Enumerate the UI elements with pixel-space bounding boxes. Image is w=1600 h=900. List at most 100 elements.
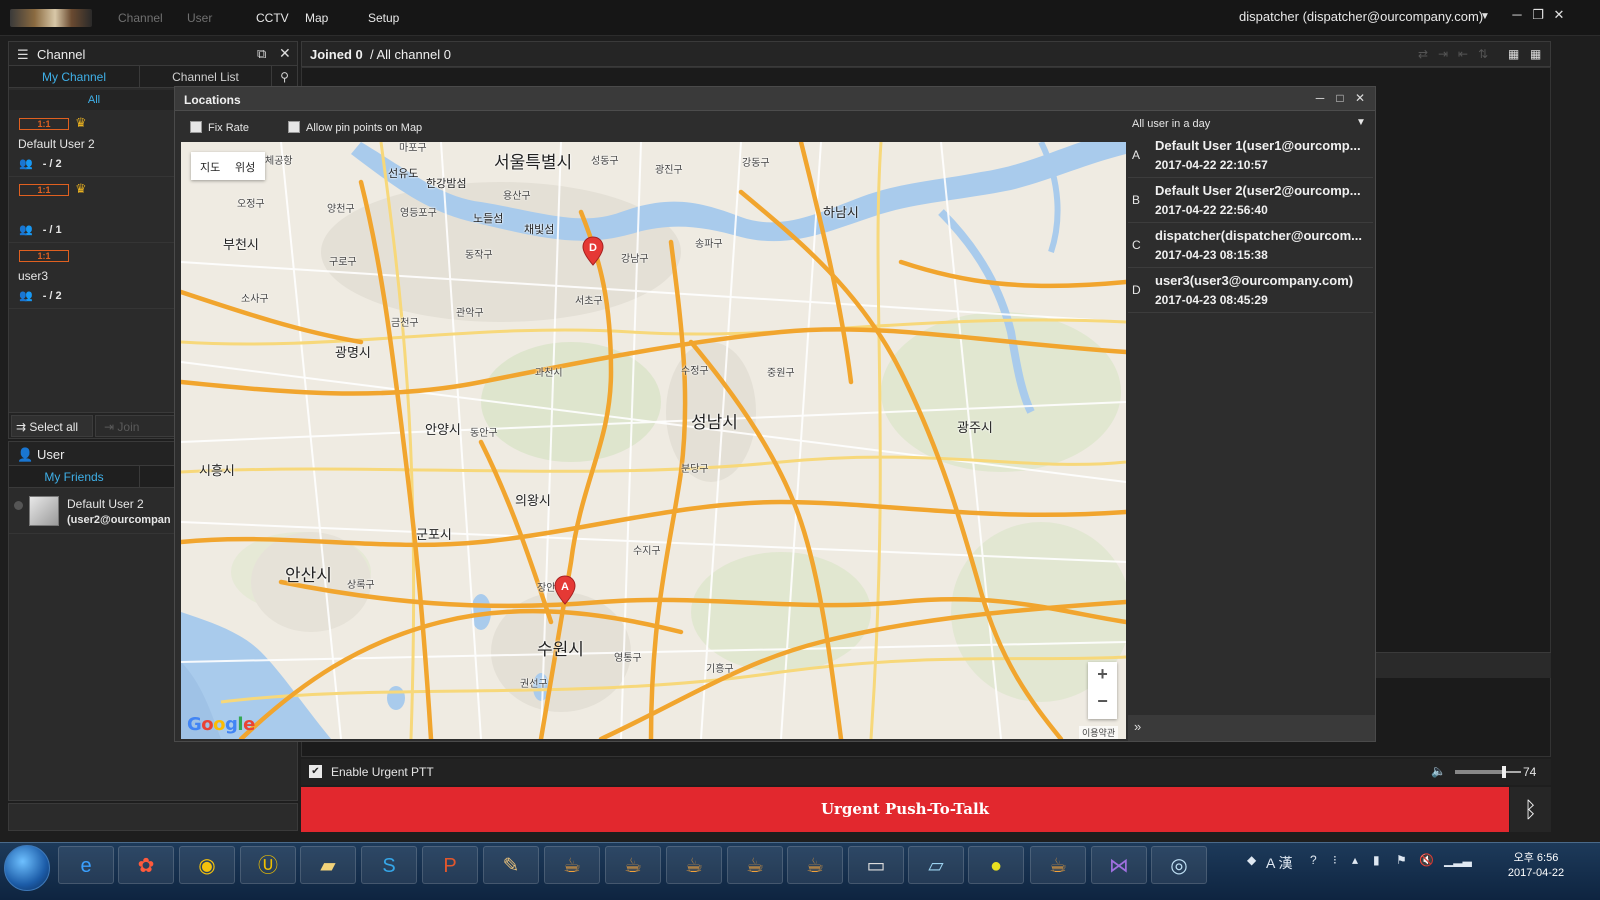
java-icon[interactable]: ☕ <box>605 846 661 884</box>
map-label: 의왕시 <box>515 493 551 508</box>
map-pin-a[interactable]: A <box>554 575 576 605</box>
tab-my-channel[interactable]: My Channel <box>9 66 140 88</box>
speaker-icon[interactable]: 🔈 <box>1431 764 1446 778</box>
powerpoint-icon[interactable]: P <box>422 846 478 884</box>
minimize-icon[interactable]: ─ <box>1509 7 1525 22</box>
map-type-satellite[interactable]: 위성 <box>235 159 255 175</box>
editor-icon[interactable]: Ⓤ <box>240 846 296 884</box>
tab-my-friends[interactable]: My Friends <box>9 466 140 488</box>
close-icon[interactable]: ✕ <box>1353 91 1367 105</box>
close-icon[interactable]: ✕ <box>279 45 291 62</box>
paint-icon[interactable]: ✎ <box>483 846 539 884</box>
channel-item[interactable]: 1:1 ♛ 👥 - / 1 <box>9 178 179 243</box>
volume-icon[interactable]: 🔇 <box>1419 853 1434 867</box>
device-icon[interactable]: ▮ <box>1373 853 1380 867</box>
join-button[interactable]: ⇥ Join <box>95 415 175 437</box>
urgent-ptt-checkbox[interactable]: ✔ <box>309 765 322 778</box>
volume-knob[interactable] <box>1501 766 1506 778</box>
urgent-ptt-button[interactable]: Urgent Push-To-Talk <box>301 787 1509 832</box>
grid-small-icon[interactable]: ▦ <box>1530 47 1541 61</box>
hs-icon[interactable]: ● <box>968 846 1024 884</box>
network-icon[interactable]: ▁▂▃ <box>1444 853 1472 867</box>
ime-indicator[interactable]: A 漢 <box>1266 853 1292 873</box>
bluetooth-icon[interactable]: ᛒ <box>1510 787 1551 832</box>
allow-pin-checkbox[interactable] <box>288 121 300 133</box>
visual-studio-icon[interactable]: ⋈ <box>1091 846 1147 884</box>
zoom-out-button[interactable]: − <box>1088 691 1117 712</box>
chrome-icon[interactable]: ◉ <box>179 846 235 884</box>
location-user-row[interactable]: A Default User 1(user1@ourcomp... 2017-0… <box>1128 133 1373 178</box>
layout-icon[interactable]: ⇅ <box>1478 47 1488 61</box>
menu-map[interactable]: Map <box>305 11 328 25</box>
map-label: 오정구 <box>237 199 265 210</box>
map-label: 군포시 <box>416 527 452 542</box>
google-logo: Google <box>187 714 255 735</box>
account-name[interactable]: dispatcher (dispatcher@ourcompany.com) <box>1239 9 1483 24</box>
app-icon[interactable]: ✿ <box>118 846 174 884</box>
java-icon[interactable]: ☕ <box>727 846 783 884</box>
location-user-row[interactable]: D user3(user3@ourcompany.com) 2017-04-23… <box>1128 268 1373 313</box>
map-label: 강남구 <box>621 254 649 265</box>
join-icon: ⇥ <box>104 420 118 434</box>
minimize-icon[interactable]: ─ <box>1313 91 1327 105</box>
expand-panel-button[interactable]: » <box>1128 715 1375 741</box>
select-all-button[interactable]: ⇉ Select all <box>11 415 93 437</box>
map-label: 마포구 <box>399 143 427 154</box>
ime-options-icon[interactable]: ⁝ <box>1333 853 1337 867</box>
start-button[interactable] <box>4 845 50 891</box>
java-icon[interactable]: ☕ <box>666 846 722 884</box>
location-user-row[interactable]: B Default User 2(user2@ourcomp... 2017-0… <box>1128 178 1373 223</box>
flag-icon[interactable]: ⚑ <box>1396 853 1407 867</box>
java-icon[interactable]: ☕ <box>1030 846 1086 884</box>
terminal-icon[interactable]: ▭ <box>848 846 904 884</box>
map-terms-link[interactable]: 이용약관 <box>1079 726 1119 739</box>
layout-icon[interactable]: ⇄ <box>1418 47 1428 61</box>
channel-item[interactable]: 1:1 user3 👥 - / 2 <box>9 244 179 309</box>
tab-channel-list[interactable]: Channel List <box>140 66 272 88</box>
language-icon[interactable]: ◆ <box>1247 853 1256 867</box>
restore-icon[interactable]: ❐ <box>1530 7 1546 23</box>
map-type-map[interactable]: 지도 <box>200 159 220 175</box>
layout-icon[interactable]: ⇤ <box>1458 47 1468 61</box>
map-view[interactable]: 서울특별시 부천시 광명시 하남시 성남시 광주시 안양시 시흥시 의왕시 군포… <box>181 142 1126 739</box>
map-label: 하남시 <box>823 205 859 220</box>
menu-user[interactable]: User <box>187 11 212 25</box>
map-pin-d[interactable]: D <box>582 236 604 266</box>
java-icon[interactable]: ☕ <box>544 846 600 884</box>
channel-filter-all[interactable]: All <box>9 90 179 110</box>
map-label: 성동구 <box>591 156 619 167</box>
user-filter-select[interactable]: All user in a day ▼ <box>1128 115 1373 135</box>
menu-cctv[interactable]: CCTV <box>256 11 289 25</box>
fix-rate-checkbox[interactable] <box>190 121 202 133</box>
locations-dialog: Locations ─ □ ✕ Fix Rate Allow pin point… <box>174 86 1376 742</box>
map-label: 한강밤섬 <box>426 178 467 190</box>
app-icon[interactable]: ◎ <box>1151 846 1207 884</box>
ie-icon[interactable]: e <box>58 846 114 884</box>
menu-channel[interactable]: Channel <box>118 11 163 25</box>
search-icon[interactable]: ⚲ <box>272 66 297 88</box>
close-icon[interactable]: ✕ <box>1551 7 1567 23</box>
location-user-row[interactable]: C dispatcher(dispatcher@ourcom... 2017-0… <box>1128 223 1373 268</box>
grid-large-icon[interactable]: ▦ <box>1508 47 1519 61</box>
skype-icon[interactable]: S <box>361 846 417 884</box>
clock[interactable]: 오후 6:56 2017-04-22 <box>1505 851 1567 881</box>
layout-icon[interactable]: ⇥ <box>1438 47 1448 61</box>
popout-icon[interactable]: ⧉ <box>257 46 266 62</box>
folder-icon[interactable]: ▰ <box>300 846 356 884</box>
maximize-icon[interactable]: □ <box>1333 91 1347 105</box>
left-bottom-bar <box>8 803 298 831</box>
volume-slider[interactable] <box>1455 766 1521 778</box>
map-label: 소사구 <box>241 294 269 305</box>
menu-setup[interactable]: Setup <box>368 11 399 25</box>
help-icon[interactable]: ? <box>1310 853 1317 867</box>
java-icon[interactable]: ☕ <box>787 846 843 884</box>
notepad-icon[interactable]: ▱ <box>908 846 964 884</box>
friend-item[interactable]: Default User 2 (user2@ourcompan <box>9 490 179 534</box>
chevron-down-icon[interactable]: ▼ <box>1480 11 1490 22</box>
menu-icon[interactable]: ☰ <box>17 47 29 63</box>
chevron-down-icon: ▼ <box>1356 117 1366 128</box>
channel-item[interactable]: 1:1 ♛ Default User 2 👥 - / 2 <box>9 112 179 177</box>
channel-name: Default User 2 <box>18 137 95 151</box>
tray-expand-icon[interactable]: ▴ <box>1352 853 1358 867</box>
zoom-in-button[interactable]: + <box>1088 664 1117 685</box>
